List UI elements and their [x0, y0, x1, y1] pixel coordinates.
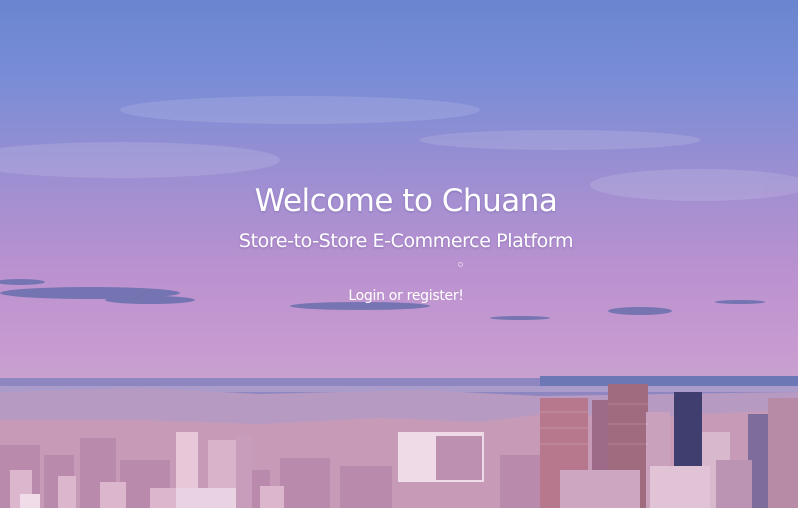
- welcome-content: Welcome to Chuana Store-to-Store E-Comme…: [0, 180, 798, 254]
- page-subtitle: Store-to-Store E-Commerce Platform: [238, 230, 574, 252]
- loading-indicator-icon: [458, 262, 463, 267]
- city-skyline-background: [0, 96, 798, 508]
- login-register-link[interactable]: Login or register!: [348, 286, 464, 306]
- hero-section: Welcome to Chuana Store-to-Store E-Comme…: [0, 0, 798, 508]
- cta-container: Login or register!: [0, 286, 798, 306]
- page-title: Welcome to Chuana: [254, 183, 558, 219]
